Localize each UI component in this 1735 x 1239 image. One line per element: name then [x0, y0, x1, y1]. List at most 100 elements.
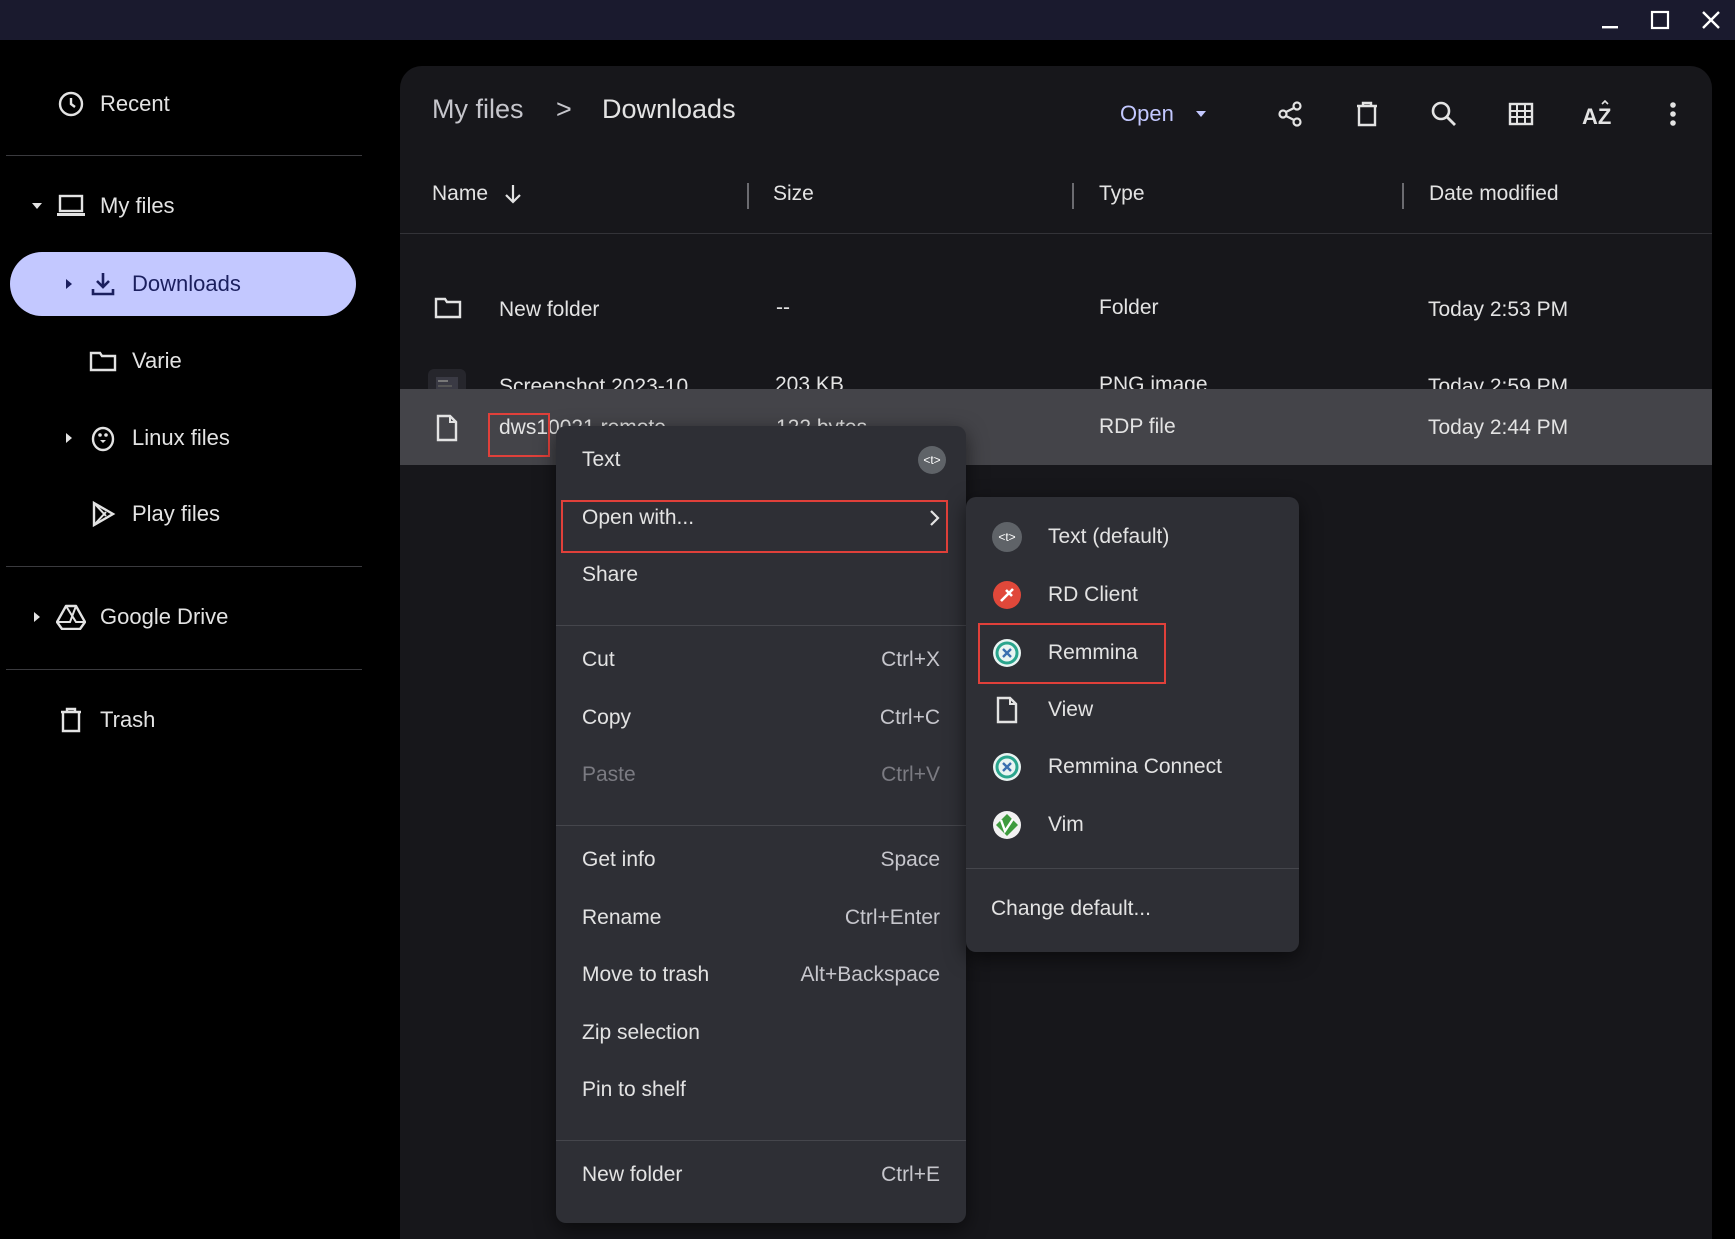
menu-item-label: Paste: [582, 763, 636, 786]
sidebar-item-google-drive[interactable]: Google Drive: [28, 585, 228, 649]
menu-item-label: Open with...: [582, 506, 695, 529]
remmina-icon: [992, 638, 1022, 668]
text-editor-icon: <t>: [918, 446, 946, 474]
caret-right-icon[interactable]: [60, 429, 78, 447]
menu-item-shortcut: Ctrl+C: [879, 706, 940, 729]
sidebar-item-my-files[interactable]: My files: [28, 174, 175, 238]
menu-item-shortcut: Ctrl+X: [881, 648, 940, 671]
sidebar-item-play-files[interactable]: Play files: [88, 482, 220, 546]
minimize-icon[interactable]: [1596, 6, 1624, 34]
menu-item-move-to-trash[interactable]: Move to trash Alt+Backspace: [556, 949, 966, 1001]
menu-item-label: Rename: [582, 906, 662, 929]
menu-separator: [556, 1140, 966, 1141]
sidebar-item-label: Linux files: [132, 425, 230, 450]
text-editor-icon: <t>: [992, 522, 1022, 552]
column-name[interactable]: Name: [432, 182, 488, 206]
sidebar: Recent My files Downloads Varie Linux fi…: [0, 40, 380, 1239]
rd-client-icon: [992, 580, 1022, 610]
folder-icon: [88, 346, 118, 376]
submenu-item-label: Remmina: [1048, 641, 1138, 664]
trash-icon: [56, 705, 86, 735]
more-options-icon[interactable]: [1651, 92, 1695, 136]
sidebar-item-recent[interactable]: Recent: [56, 72, 170, 136]
menu-item-shortcut: Alt+Backspace: [800, 963, 941, 986]
column-size[interactable]: Size: [773, 182, 814, 206]
menu-item-rename[interactable]: Rename Ctrl+Enter: [556, 892, 966, 944]
maximize-icon[interactable]: [1646, 6, 1674, 34]
sidebar-item-linux-files[interactable]: Linux files: [60, 406, 230, 470]
open-button[interactable]: Open: [1120, 92, 1208, 136]
laptop-icon: [56, 191, 86, 221]
header-divider: [400, 233, 1712, 234]
menu-separator: [556, 625, 966, 626]
caret-down-icon[interactable]: [28, 197, 46, 215]
open-with-view[interactable]: View: [966, 682, 1299, 738]
menu-item-share[interactable]: Share: [556, 549, 966, 601]
menu-item-get-info[interactable]: Get info Space: [556, 834, 966, 886]
sort-az-icon[interactable]: AZ: [1575, 92, 1619, 136]
submenu-item-label: Vim: [1048, 813, 1084, 836]
download-icon: [88, 269, 118, 299]
search-icon[interactable]: [1422, 92, 1466, 136]
menu-item-pin-to-shelf[interactable]: Pin to shelf: [556, 1064, 966, 1116]
file-date: Today 2:44 PM: [1428, 416, 1569, 439]
change-default-button[interactable]: Change default...: [966, 881, 1299, 937]
sidebar-item-label: My files: [100, 193, 175, 218]
play-store-icon: [88, 499, 118, 529]
column-divider[interactable]: [1072, 183, 1074, 209]
menu-item-label: Text: [582, 448, 621, 471]
close-icon[interactable]: [1697, 6, 1725, 34]
sidebar-item-varie[interactable]: Varie: [88, 329, 182, 393]
dropdown-arrow-icon[interactable]: [1194, 109, 1208, 119]
menu-item-paste: Paste Ctrl+V: [556, 749, 966, 801]
open-button-label: Open: [1120, 101, 1174, 126]
remmina-icon: [992, 752, 1022, 782]
open-with-submenu: <t> Text (default) RD Client Remmina Vie…: [966, 497, 1299, 952]
google-drive-icon: [56, 602, 86, 632]
sort-down-arrow-icon[interactable]: [503, 182, 523, 206]
file-icon: [992, 695, 1022, 725]
menu-item-label: Zip selection: [582, 1021, 700, 1044]
menu-item-copy[interactable]: Copy Ctrl+C: [556, 692, 966, 744]
sidebar-item-trash[interactable]: Trash: [56, 688, 155, 752]
file-row[interactable]: New folder -- Folder Today 2:53 PM: [400, 274, 1712, 350]
caret-right-icon[interactable]: [28, 608, 46, 626]
chevron-right-icon: [928, 509, 940, 527]
grid-view-icon[interactable]: [1499, 92, 1543, 136]
open-with-rd-client[interactable]: RD Client: [966, 567, 1299, 623]
sidebar-item-label: Trash: [100, 707, 156, 732]
caret-right-icon[interactable]: [60, 275, 78, 293]
folder-icon: [434, 296, 462, 320]
column-divider[interactable]: [1402, 183, 1404, 209]
column-divider[interactable]: [747, 183, 749, 209]
sidebar-divider: [6, 566, 362, 567]
open-with-vim[interactable]: Vim: [966, 797, 1299, 853]
breadcrumb-separator: >: [556, 94, 572, 124]
menu-item-label: New folder: [582, 1163, 683, 1186]
share-icon[interactable]: [1268, 92, 1312, 136]
title-bar: [0, 0, 1735, 40]
breadcrumb-downloads: Downloads: [602, 94, 736, 124]
menu-item-open-with[interactable]: Open with...: [556, 492, 966, 544]
column-type[interactable]: Type: [1099, 182, 1145, 206]
menu-item-new-folder[interactable]: New folder Ctrl+E: [556, 1149, 966, 1201]
delete-icon[interactable]: [1345, 92, 1389, 136]
submenu-item-label: Text (default): [1048, 525, 1170, 548]
menu-item-label: Get info: [582, 848, 656, 871]
menu-item-zip-selection[interactable]: Zip selection: [556, 1007, 966, 1059]
open-with-remmina-connect[interactable]: Remmina Connect: [966, 739, 1299, 795]
sidebar-item-downloads[interactable]: Downloads: [10, 252, 356, 316]
sidebar-item-label: Varie: [132, 348, 182, 373]
sidebar-item-label: Google Drive: [100, 604, 229, 629]
column-date-modified[interactable]: Date modified: [1429, 182, 1559, 206]
menu-item-open-default[interactable]: Text <t>: [556, 434, 966, 486]
open-with-remmina[interactable]: Remmina: [966, 625, 1299, 681]
sidebar-item-label: Play files: [132, 501, 221, 526]
clock-icon: [56, 89, 86, 119]
menu-item-cut[interactable]: Cut Ctrl+X: [556, 634, 966, 686]
breadcrumb-my-files[interactable]: My files: [432, 94, 524, 125]
file-date: Today 2:53 PM: [1428, 298, 1569, 321]
sidebar-divider: [6, 669, 362, 670]
menu-item-label: Pin to shelf: [582, 1078, 686, 1101]
open-with-text-default[interactable]: <t> Text (default): [966, 509, 1299, 565]
